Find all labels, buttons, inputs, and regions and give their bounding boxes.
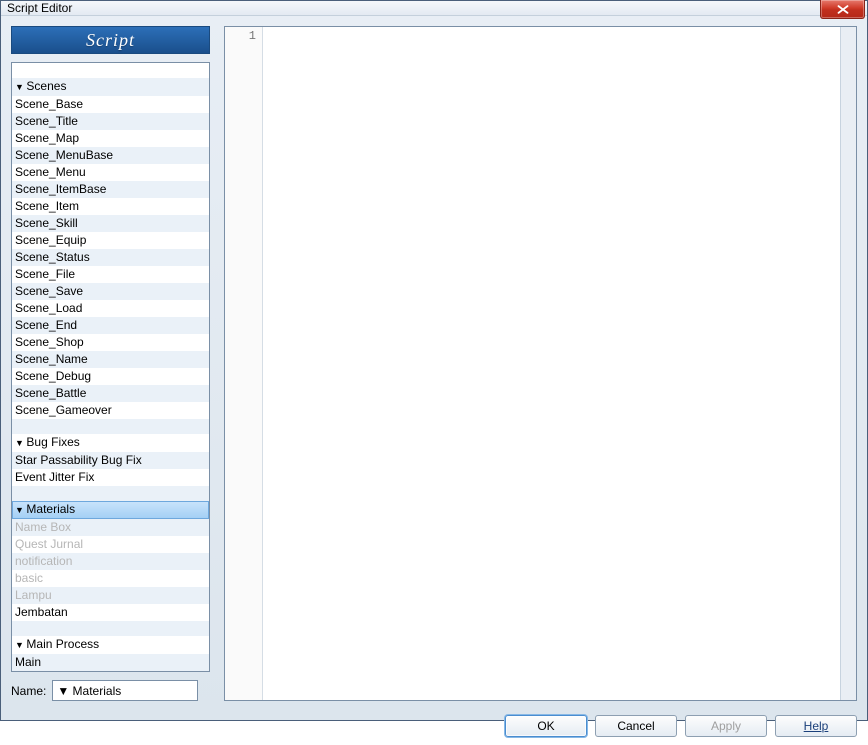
list-item[interactable] — [12, 419, 209, 434]
list-item[interactable]: Quest Jurnal — [12, 536, 209, 553]
list-item[interactable]: notification — [12, 553, 209, 570]
line-number: 1 — [225, 29, 256, 43]
list-item[interactable]: Scene_Item — [12, 198, 209, 215]
main-row: Script ScenesScene_BaseScene_TitleScene_… — [11, 26, 857, 701]
script-editor-window: Script Editor Script ScenesScene_BaseSce… — [0, 0, 868, 721]
code-area[interactable] — [263, 27, 840, 700]
line-number-gutter: 1 — [225, 27, 263, 700]
name-input[interactable] — [52, 680, 198, 701]
close-icon — [837, 5, 849, 14]
list-item[interactable]: Scene_Debug — [12, 368, 209, 385]
list-item[interactable]: Scene_Equip — [12, 232, 209, 249]
list-item[interactable]: Scene_Skill — [12, 215, 209, 232]
close-button[interactable] — [820, 0, 865, 19]
list-item[interactable]: Scene_Name — [12, 351, 209, 368]
list-item[interactable]: Scene_Gameover — [12, 402, 209, 419]
list-item[interactable]: Scene_End — [12, 317, 209, 334]
list-item[interactable]: Scene_ItemBase — [12, 181, 209, 198]
name-label: Name: — [11, 684, 46, 698]
list-item[interactable]: Scene_Shop — [12, 334, 209, 351]
script-list-container: ScenesScene_BaseScene_TitleScene_MapScen… — [11, 62, 210, 672]
name-row: Name: — [11, 680, 210, 701]
list-item[interactable]: Scene_File — [12, 266, 209, 283]
list-item[interactable]: Name Box — [12, 519, 209, 536]
list-item[interactable]: Scene_Base — [12, 96, 209, 113]
list-item[interactable]: Scene_Status — [12, 249, 209, 266]
window-title: Script Editor — [7, 1, 72, 15]
list-item[interactable]: Scene_Map — [12, 130, 209, 147]
list-item[interactable]: Scene_Save — [12, 283, 209, 300]
list-item[interactable]: Scene_Menu — [12, 164, 209, 181]
list-category[interactable]: Materials — [12, 501, 209, 519]
list-item[interactable]: Jembatan — [12, 604, 209, 621]
list-category[interactable]: Scenes — [12, 78, 209, 96]
list-item[interactable]: Scene_MenuBase — [12, 147, 209, 164]
apply-button[interactable]: Apply — [685, 715, 767, 737]
list-item[interactable]: Main — [12, 654, 209, 671]
list-item[interactable]: Star Passability Bug Fix — [12, 452, 209, 469]
list-category[interactable]: Bug Fixes — [12, 434, 209, 452]
button-row: OK Cancel Apply Help — [1, 707, 867, 745]
cancel-button[interactable]: Cancel — [595, 715, 677, 737]
body-area: Script ScenesScene_BaseScene_TitleScene_… — [1, 16, 867, 707]
list-category[interactable]: Main Process — [12, 636, 209, 654]
list-item[interactable]: Scene_Load — [12, 300, 209, 317]
help-button[interactable]: Help — [775, 715, 857, 737]
list-item[interactable] — [12, 621, 209, 636]
titlebar: Script Editor — [1, 1, 867, 16]
list-item[interactable]: Scene_Battle — [12, 385, 209, 402]
list-item[interactable]: Scene_Title — [12, 113, 209, 130]
editor-scrollbar[interactable] — [840, 27, 856, 700]
script-list[interactable]: ScenesScene_BaseScene_TitleScene_MapScen… — [12, 63, 209, 671]
list-item[interactable] — [12, 486, 209, 501]
code-editor[interactable]: 1 — [224, 26, 857, 701]
left-panel: Script ScenesScene_BaseScene_TitleScene_… — [11, 26, 210, 701]
list-item[interactable] — [12, 63, 209, 78]
script-panel-header: Script — [11, 26, 210, 54]
list-item[interactable]: Event Jitter Fix — [12, 469, 209, 486]
list-item[interactable]: basic — [12, 570, 209, 587]
list-item[interactable]: Lampu — [12, 587, 209, 604]
ok-button[interactable]: OK — [505, 715, 587, 737]
